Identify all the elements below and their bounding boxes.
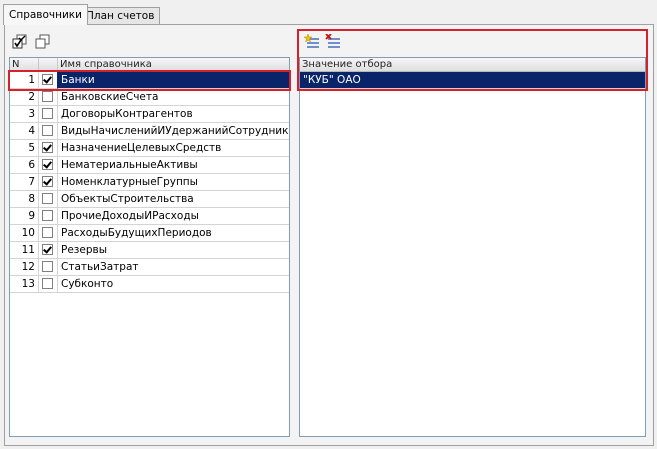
row-number: 8 bbox=[10, 191, 39, 208]
catalog-name: Субконто bbox=[58, 276, 289, 293]
column-header-name[interactable]: Имя справочника bbox=[58, 58, 289, 72]
row-number: 9 bbox=[10, 208, 39, 225]
row-checkbox-cell bbox=[39, 242, 58, 259]
row-checkbox-cell bbox=[39, 208, 58, 225]
table-row[interactable]: 6 НематериальныеАктивы bbox=[10, 157, 289, 174]
row-number: 6 bbox=[10, 157, 39, 174]
row-checkbox-cell bbox=[39, 174, 58, 191]
table-row[interactable]: 3 ДоговорыКонтрагентов bbox=[10, 106, 289, 123]
row-number: 7 bbox=[10, 174, 39, 191]
table-row[interactable]: 4 ВидыНачисленийИУдержанийСотрудников bbox=[10, 123, 289, 140]
table-row[interactable]: "КУБ" ОАО bbox=[300, 72, 645, 89]
row-number: 5 bbox=[10, 140, 39, 157]
tab-chart-of-accounts[interactable]: План счетов bbox=[80, 7, 161, 24]
table-row[interactable]: 11 Резервы bbox=[10, 242, 289, 259]
catalog-name: ВидыНачисленийИУдержанийСотрудников bbox=[58, 123, 289, 140]
table-row[interactable]: 13 Субконто bbox=[10, 276, 289, 293]
row-checkbox[interactable] bbox=[42, 244, 53, 255]
row-number: 11 bbox=[10, 242, 39, 259]
filter-value-table[interactable]: Значение отбора "КУБ" ОАО bbox=[299, 57, 646, 437]
column-header-check[interactable] bbox=[39, 58, 58, 72]
row-checkbox-cell bbox=[39, 106, 58, 123]
row-number: 10 bbox=[10, 225, 39, 242]
add-filter-icon[interactable] bbox=[303, 33, 320, 50]
check-all-icon[interactable] bbox=[12, 34, 28, 50]
catalog-table[interactable]: N Имя справочника 1 Банки 2 БанковскиеСчета… bbox=[9, 57, 290, 437]
catalog-name: СтатьиЗатрат bbox=[58, 259, 289, 276]
row-checkbox[interactable] bbox=[42, 74, 53, 85]
table-row[interactable]: 9 ПрочиеДоходыИРасходы bbox=[10, 208, 289, 225]
column-header-filter-value[interactable]: Значение отбора bbox=[300, 58, 645, 72]
table-row[interactable]: 10 РасходыБудущихПериодов bbox=[10, 225, 289, 242]
row-checkbox-cell bbox=[39, 89, 58, 106]
copy-windows-icon[interactable] bbox=[35, 34, 51, 50]
row-checkbox-cell bbox=[39, 259, 58, 276]
filter-value: "КУБ" ОАО bbox=[300, 72, 645, 89]
row-checkbox[interactable] bbox=[42, 193, 53, 204]
row-checkbox[interactable] bbox=[42, 261, 53, 272]
row-number: 13 bbox=[10, 276, 39, 293]
catalog-name: ПрочиеДоходыИРасходы bbox=[58, 208, 289, 225]
table-row[interactable]: 7 НоменклатурныеГруппы bbox=[10, 174, 289, 191]
row-checkbox[interactable] bbox=[42, 278, 53, 289]
table-row[interactable]: 12 СтатьиЗатрат bbox=[10, 259, 289, 276]
row-checkbox-cell bbox=[39, 225, 58, 242]
catalog-name: Банки bbox=[58, 72, 289, 89]
row-number: 4 bbox=[10, 123, 39, 140]
row-checkbox[interactable] bbox=[42, 227, 53, 238]
row-checkbox[interactable] bbox=[42, 108, 53, 119]
row-checkbox-cell bbox=[39, 72, 58, 89]
row-checkbox-cell bbox=[39, 140, 58, 157]
catalog-name: РасходыБудущихПериодов bbox=[58, 225, 289, 242]
table-row[interactable]: 5 НазначениеЦелевыхСредств bbox=[10, 140, 289, 157]
row-checkbox[interactable] bbox=[42, 210, 53, 221]
row-number: 3 bbox=[10, 106, 39, 123]
row-checkbox-cell bbox=[39, 191, 58, 208]
row-number: 1 bbox=[10, 72, 39, 89]
row-checkbox[interactable] bbox=[42, 159, 53, 170]
catalog-name: ДоговорыКонтрагентов bbox=[58, 106, 289, 123]
row-checkbox-cell bbox=[39, 276, 58, 293]
row-checkbox-cell bbox=[39, 157, 58, 174]
row-checkbox-cell bbox=[39, 123, 58, 140]
catalog-name: ОбъектыСтроительства bbox=[58, 191, 289, 208]
table-row[interactable]: 2 БанковскиеСчета bbox=[10, 89, 289, 106]
row-number: 12 bbox=[10, 259, 39, 276]
table-row[interactable]: 8 ОбъектыСтроительства bbox=[10, 191, 289, 208]
catalog-name: Резервы bbox=[58, 242, 289, 259]
column-header-n[interactable]: N bbox=[10, 58, 39, 72]
row-number: 2 bbox=[10, 89, 39, 106]
row-checkbox[interactable] bbox=[42, 91, 53, 102]
remove-filter-icon[interactable] bbox=[325, 33, 341, 50]
catalog-name: НематериальныеАктивы bbox=[58, 157, 289, 174]
row-checkbox[interactable] bbox=[42, 125, 53, 136]
catalog-name: БанковскиеСчета bbox=[58, 89, 289, 106]
row-checkbox[interactable] bbox=[42, 142, 53, 153]
table-row[interactable]: 1 Банки bbox=[10, 72, 289, 89]
catalog-name: НоменклатурныеГруппы bbox=[58, 174, 289, 191]
tab-catalogs[interactable]: Справочники bbox=[3, 4, 88, 25]
catalog-name: НазначениеЦелевыхСредств bbox=[58, 140, 289, 157]
row-checkbox[interactable] bbox=[42, 176, 53, 187]
